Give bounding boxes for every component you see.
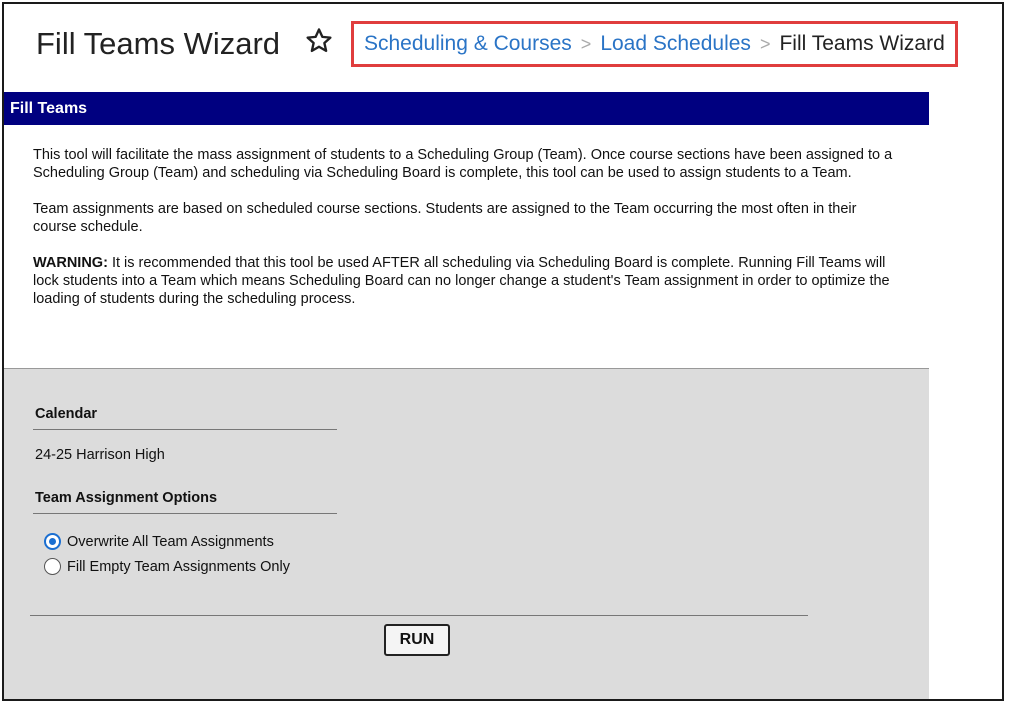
radio-fill-empty-only[interactable]: Fill Empty Team Assignments Only — [44, 558, 290, 575]
team-options-label: Team Assignment Options — [35, 490, 218, 506]
breadcrumb-link-scheduling-courses[interactable]: Scheduling & Courses — [364, 32, 572, 56]
breadcrumb: Scheduling & Courses > Load Schedules > … — [351, 21, 958, 67]
radio-label: Fill Empty Team Assignments Only — [67, 558, 290, 575]
fill-teams-form: Calendar 24-25 Harrison High Team Assign… — [4, 369, 929, 699]
breadcrumb-current: Fill Teams Wizard — [779, 32, 945, 55]
calendar-value: 24-25 Harrison High — [35, 447, 165, 463]
warning-label: WARNING: — [33, 255, 108, 271]
breadcrumb-separator-icon: > — [580, 33, 592, 54]
page-header: Fill Teams Wizard Scheduling & Courses >… — [4, 4, 1002, 92]
breadcrumb-link-load-schedules[interactable]: Load Schedules — [600, 32, 751, 56]
form-divider — [30, 615, 808, 616]
star-icon[interactable] — [304, 26, 334, 56]
tool-content: Fill Teams This tool will facilitate the… — [4, 92, 929, 699]
breadcrumb-separator-icon: > — [759, 33, 771, 54]
calendar-label: Calendar — [35, 406, 98, 422]
run-button[interactable]: RUN — [384, 624, 450, 656]
radio-overwrite-all[interactable]: Overwrite All Team Assignments — [44, 533, 274, 550]
warning-text: It is recommended that this tool be used… — [33, 255, 890, 307]
description-paragraph: Team assignments are based on scheduled … — [33, 201, 857, 235]
radio-button-selected[interactable] — [44, 533, 61, 550]
radio-button[interactable] — [44, 558, 61, 575]
section-header: Fill Teams — [4, 92, 929, 125]
calendar-divider — [33, 429, 337, 430]
app-window: Fill Teams Wizard Scheduling & Courses >… — [2, 2, 1004, 701]
team-options-divider — [33, 513, 337, 514]
description-paragraph: This tool will facilitate the mass assig… — [33, 147, 893, 181]
radio-label: Overwrite All Team Assignments — [67, 533, 274, 550]
page-title: Fill Teams Wizard — [36, 26, 281, 61]
warning-paragraph: WARNING: It is recommended that this too… — [33, 254, 903, 308]
tool-description: This tool will facilitate the mass assig… — [4, 125, 929, 369]
